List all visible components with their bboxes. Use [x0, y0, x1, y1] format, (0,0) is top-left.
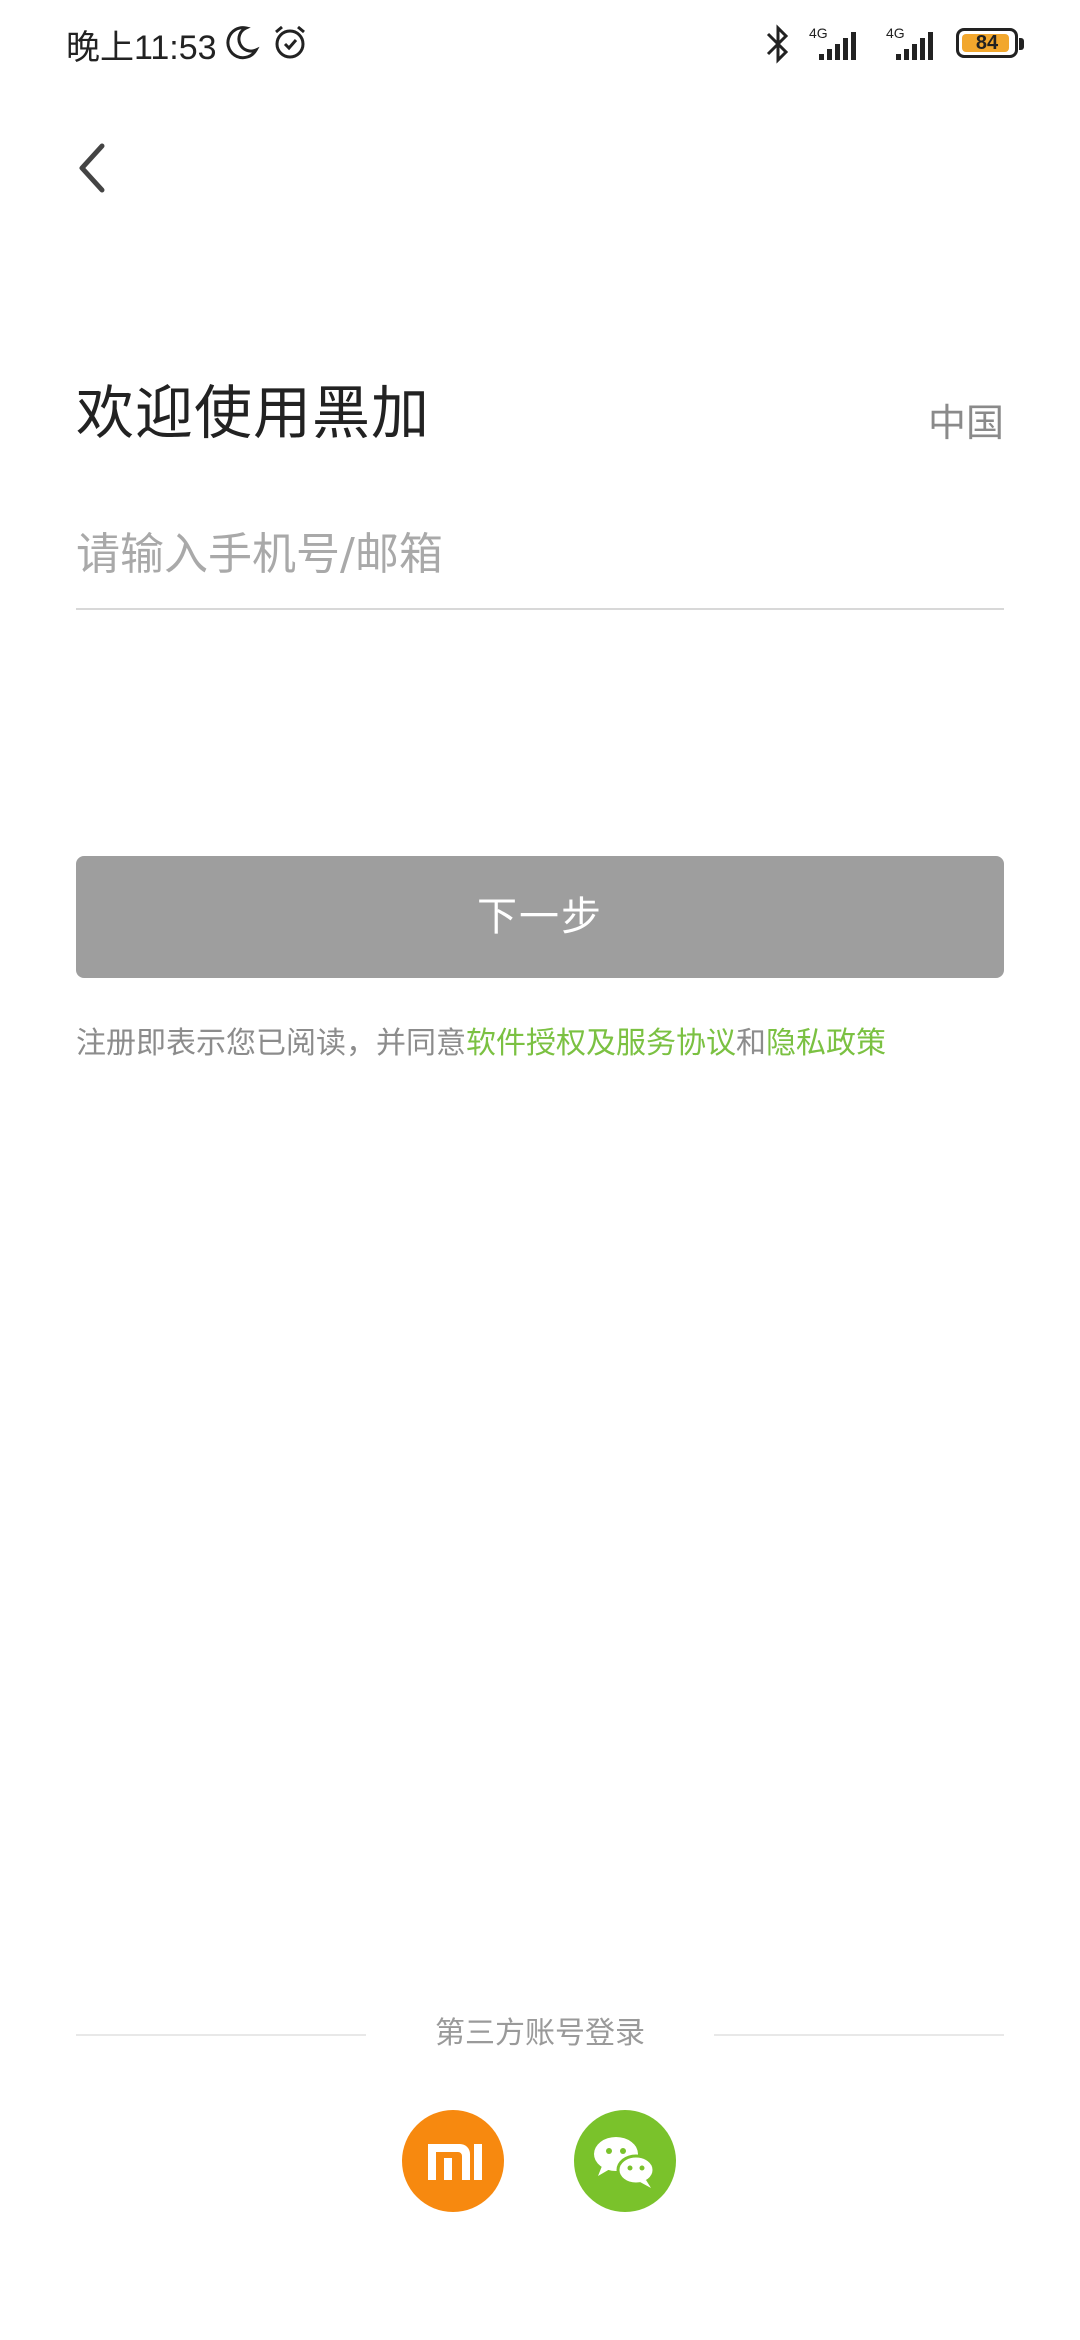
login-screen: 晚上11:53 4G 4G 84 欢迎使用黑加 中国 请输入手机号/邮箱 下一步… [0, 0, 1080, 2340]
battery-indicator: 84 [956, 28, 1024, 58]
svg-text:4G: 4G [886, 25, 905, 41]
divider-right [714, 2034, 1004, 2036]
account-input-container [76, 500, 1004, 610]
back-button[interactable] [70, 138, 120, 198]
third-party-divider: 第三方账号登录 [76, 2010, 1004, 2058]
wechat-login-button[interactable] [574, 2110, 676, 2212]
bluetooth-icon [760, 22, 796, 70]
status-time: 晚上11:53 [66, 29, 217, 67]
account-input[interactable] [76, 500, 1004, 608]
xiaomi-login-button[interactable] [402, 2110, 504, 2212]
xiaomi-icon [428, 2144, 482, 2180]
license-link[interactable]: 软件授权及服务协议 [466, 1026, 736, 1061]
next-button[interactable]: 下一步 [76, 856, 1004, 978]
alarm-icon [270, 22, 310, 66]
privacy-link[interactable]: 隐私政策 [766, 1026, 886, 1061]
battery-level: 84 [975, 32, 999, 54]
chevron-left-icon [79, 143, 105, 193]
agreement-conjunction: 和 [736, 1026, 766, 1061]
status-bar: 晚上11:53 4G 4G 84 [0, 0, 1080, 90]
moon-icon [222, 22, 262, 66]
signal-icon: 4G [805, 22, 867, 70]
wechat-icon [594, 2137, 656, 2188]
region-selector[interactable]: 中国 [928, 392, 1004, 447]
signal-icon-2: 4G [882, 22, 944, 70]
svg-text:4G: 4G [809, 25, 828, 41]
agreement-text: 注册即表示您已阅读，并同意软件授权及服务协议和隐私政策 [76, 1018, 1016, 1062]
page-title: 欢迎使用黑加 [76, 379, 431, 447]
agreement-prefix: 注册即表示您已阅读，并同意 [76, 1026, 466, 1061]
